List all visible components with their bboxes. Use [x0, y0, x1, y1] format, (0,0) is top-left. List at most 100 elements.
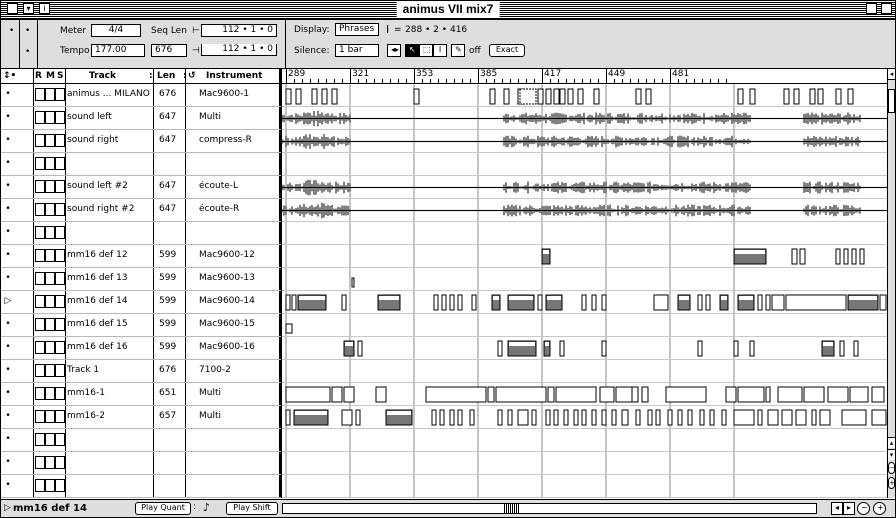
phrase-block[interactable]: [771, 294, 785, 311]
track-instrument[interactable]: Mac9600-15: [199, 319, 255, 329]
track-row[interactable]: • Track 1 676 7100-2: [1, 360, 281, 383]
mute-toggle[interactable]: [45, 456, 55, 469]
phrase-block[interactable]: [387, 411, 411, 415]
track-name[interactable]: sound left #2: [67, 181, 128, 191]
phrase-block[interactable]: [425, 386, 487, 403]
phrase-block[interactable]: [285, 409, 291, 426]
phrase-block[interactable]: [601, 409, 607, 426]
track-length[interactable]: 651: [159, 388, 176, 398]
phrase-block[interactable]: [859, 248, 865, 265]
len-column-header[interactable]: Len: [157, 70, 175, 82]
collapse-icon[interactable]: ▾: [23, 3, 34, 14]
phrase-block[interactable]: [449, 294, 455, 311]
track-row[interactable]: •: [1, 222, 281, 245]
track-instrument[interactable]: Mac9600-13: [199, 273, 255, 283]
solo-toggle[interactable]: [55, 318, 65, 331]
phrase-block[interactable]: [811, 409, 817, 426]
track-instrument[interactable]: 7100-2: [199, 365, 231, 375]
record-toggle[interactable]: [35, 433, 45, 446]
phrase-block[interactable]: [721, 409, 727, 426]
phrase-block[interactable]: [545, 88, 552, 105]
bullet-icon[interactable]: •: [4, 135, 12, 145]
mute-toggle[interactable]: [45, 203, 55, 216]
track-name[interactable]: mm16 def 15: [67, 319, 128, 329]
bullet-icon[interactable]: •: [4, 388, 12, 398]
solo-toggle[interactable]: [55, 341, 65, 354]
reorder-icon[interactable]: ↕•: [3, 70, 16, 82]
phrase-block[interactable]: [457, 294, 463, 311]
track-length[interactable]: 647: [159, 135, 176, 145]
silence-popup[interactable]: 1 bar: [335, 44, 379, 57]
phrase-block[interactable]: [543, 250, 549, 254]
bullet-icon[interactable]: •: [4, 112, 12, 122]
track-name[interactable]: Track 1: [67, 365, 99, 375]
phrase-block[interactable]: [799, 248, 806, 265]
track-instrument[interactable]: Multi: [199, 112, 221, 122]
phrase-block[interactable]: [555, 386, 597, 403]
phrase-block[interactable]: [765, 386, 771, 403]
bullet-icon[interactable]: •: [4, 342, 12, 352]
solo-toggle[interactable]: [55, 433, 65, 446]
scroll-left-icon[interactable]: ◂: [831, 502, 843, 515]
phrase-block[interactable]: [667, 409, 673, 426]
solo-toggle[interactable]: [55, 134, 65, 147]
record-toggle[interactable]: [35, 479, 45, 492]
phrase-block[interactable]: [531, 409, 537, 426]
solo-toggle[interactable]: [55, 203, 65, 216]
window-shade-icon[interactable]: [881, 3, 892, 14]
phrase-block[interactable]: [783, 88, 790, 105]
bullet-icon[interactable]: •: [4, 89, 12, 99]
solo-toggle[interactable]: [55, 479, 65, 492]
phrase-block[interactable]: [591, 294, 597, 311]
record-toggle[interactable]: [35, 111, 45, 124]
solo-toggle[interactable]: [55, 226, 65, 239]
phrase-block[interactable]: [341, 409, 353, 426]
phrase-block[interactable]: [295, 88, 302, 105]
phrase-block[interactable]: [577, 88, 584, 105]
phrase-block[interactable]: [777, 386, 803, 403]
mute-toggle[interactable]: [45, 479, 55, 492]
scroll-thumb[interactable]: [503, 504, 519, 513]
phrase-block[interactable]: [765, 294, 771, 311]
exact-button[interactable]: Exact: [489, 44, 525, 57]
track-instrument[interactable]: compress-R: [199, 135, 252, 145]
record-toggle[interactable]: [35, 410, 45, 423]
popup-arrow-icon[interactable]: :: [193, 502, 196, 513]
phrase-block[interactable]: [749, 88, 756, 105]
expand-triangle-icon[interactable]: ▷: [4, 503, 11, 514]
scroll-up-icon[interactable]: ▴: [888, 437, 895, 448]
phrase-block[interactable]: [545, 409, 551, 426]
phrase-block[interactable]: [871, 386, 885, 403]
bullet-icon[interactable]: •: [4, 204, 12, 214]
phrase-block[interactable]: [299, 296, 325, 300]
mute-toggle[interactable]: [45, 226, 55, 239]
phrase-block[interactable]: [497, 409, 503, 426]
phrase-block[interactable]: [803, 386, 825, 403]
track-row[interactable]: • mm16 def 12 599 Mac9600-12: [1, 245, 281, 268]
phrase-block[interactable]: [547, 296, 561, 300]
phrase-block[interactable]: [795, 409, 807, 426]
mute-toggle[interactable]: [45, 387, 55, 400]
phrase-block[interactable]: [781, 409, 793, 426]
phrase-block[interactable]: [679, 296, 689, 300]
bullet-icon[interactable]: •: [4, 480, 12, 490]
record-toggle[interactable]: [35, 226, 45, 239]
track-name[interactable]: mm16 def 13: [67, 273, 128, 283]
phrase-block[interactable]: [809, 88, 816, 105]
phrase-block[interactable]: [553, 88, 560, 105]
phrase-block[interactable]: [645, 88, 652, 105]
track-length[interactable]: 599: [159, 319, 176, 329]
phrase-block[interactable]: [285, 88, 292, 105]
track-row[interactable]: •: [1, 429, 281, 452]
phrase-block[interactable]: [311, 88, 318, 105]
track-row[interactable]: • sound right 647 compress-R: [1, 130, 281, 153]
phrase-block[interactable]: [843, 248, 849, 265]
mute-toggle[interactable]: [45, 272, 55, 285]
note-icon[interactable]: ♪: [203, 502, 210, 513]
track-row[interactable]: •: [1, 153, 281, 176]
phrase-block[interactable]: [581, 409, 587, 426]
phrase-block[interactable]: [345, 342, 353, 346]
ibeam-tool-icon[interactable]: I: [433, 44, 447, 57]
track-name[interactable]: mm16 def 14: [67, 296, 128, 306]
phrase-block[interactable]: [705, 294, 711, 311]
